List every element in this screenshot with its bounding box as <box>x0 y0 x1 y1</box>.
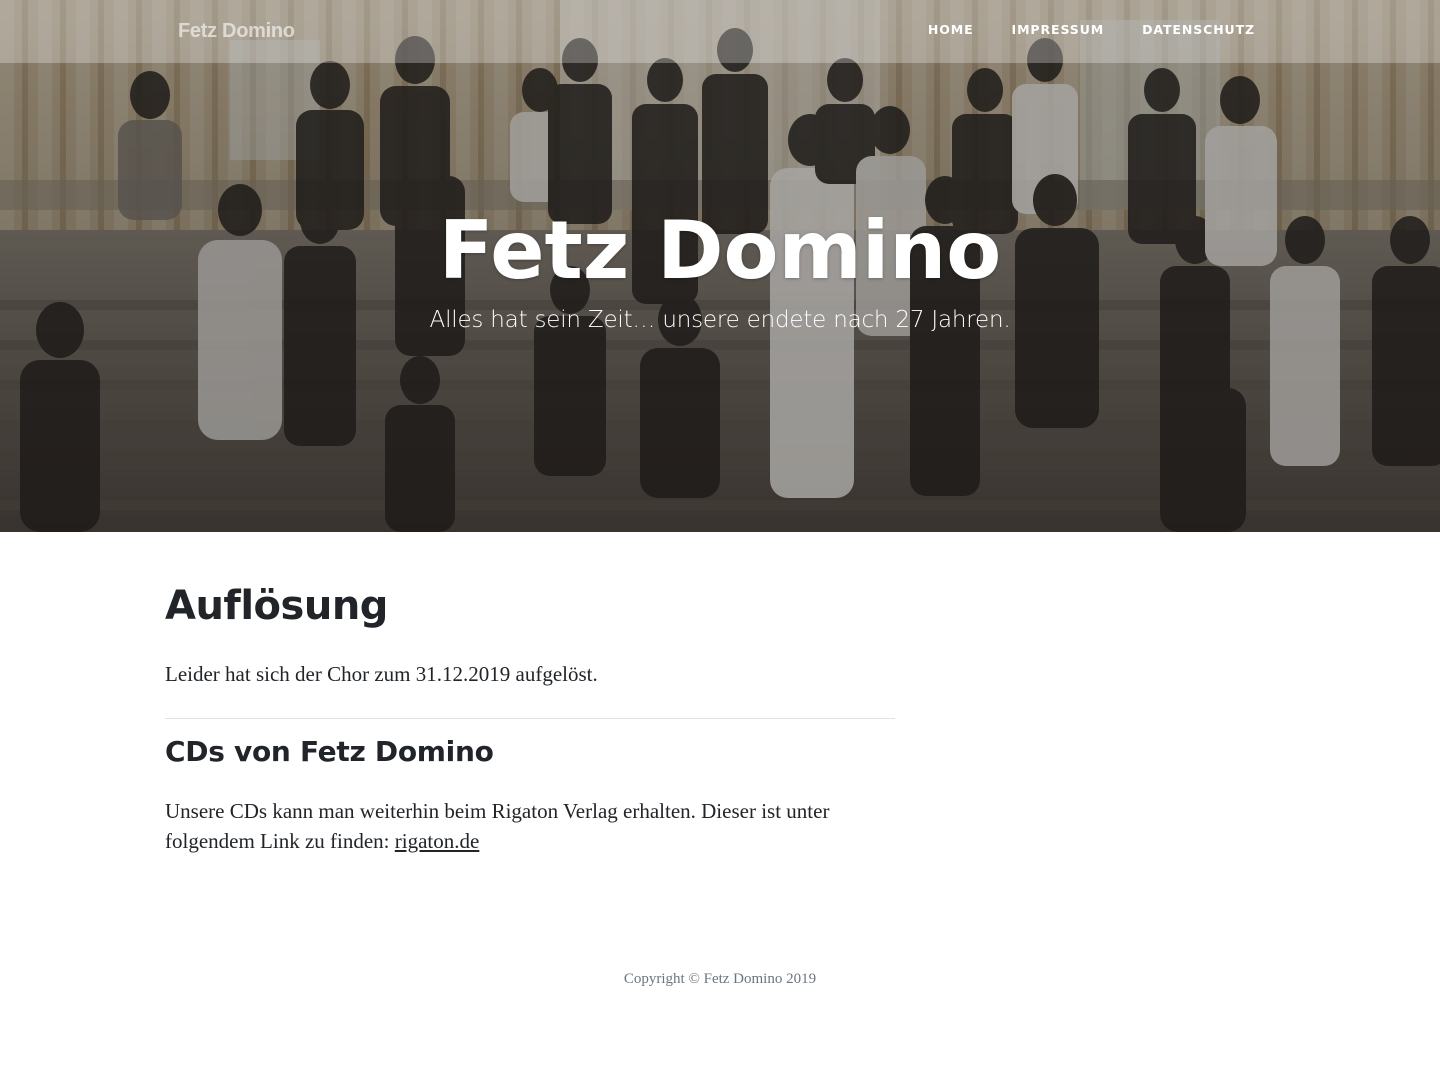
top-navbar: Fetz Domino Home Impressum Datenschutz <box>0 0 1440 63</box>
cds-heading: CDs von Fetz Domino <box>165 735 494 768</box>
brand-link[interactable]: Fetz Domino <box>178 20 295 43</box>
section-title-aufloesung: Auflösung <box>165 583 388 629</box>
copyright-text: Copyright © Fetz Domino 2019 <box>623 971 817 987</box>
nav-link-impressum[interactable]: Impressum <box>993 22 1124 37</box>
nav-links: Home Impressum Datenschutz <box>909 22 1274 37</box>
hero-subtitle: Alles hat sein Zeit… unsere endete nach … <box>429 307 1011 333</box>
main-content: Auflösung Leider hat sich der Chor zum 3… <box>165 580 895 856</box>
intro-paragraph: Leider hat sich der Chor zum 31.12.2019 … <box>165 662 598 686</box>
page-footer: Copyright © Fetz Domino 2019 <box>0 971 1440 988</box>
cds-paragraph: Unsere CDs kann man weiterhin beim Rigat… <box>165 796 895 856</box>
section-divider <box>165 718 895 719</box>
hero-title: Fetz Domino <box>438 204 1002 297</box>
hero-content: Fetz Domino Alles hat sein Zeit… unsere … <box>0 196 1440 334</box>
cds-text: Unsere CDs kann man weiterhin beim Rigat… <box>165 799 830 853</box>
hero-header: Fetz Domino Alles hat sein Zeit… unsere … <box>0 0 1440 532</box>
nav-link-home[interactable]: Home <box>909 22 993 37</box>
nav-link-datenschutz[interactable]: Datenschutz <box>1123 22 1274 37</box>
rigaton-link[interactable]: rigaton.de <box>395 829 480 853</box>
